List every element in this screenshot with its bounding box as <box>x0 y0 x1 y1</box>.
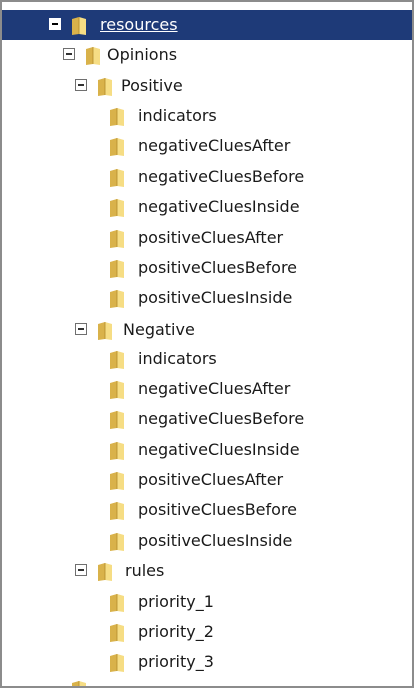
folder-icon <box>110 169 124 187</box>
tree-node-label: positiveCluesBefore <box>138 500 298 519</box>
tree-node-leaf[interactable]: positiveCluesBefore <box>2 495 412 525</box>
tree-node-leaf[interactable]: priority_2 <box>2 617 412 647</box>
tree-node-label: indicators <box>138 349 217 368</box>
folder-icon <box>110 594 124 612</box>
folder-icon <box>110 472 124 490</box>
tree-node-label: Positive <box>121 76 183 95</box>
folder-icon <box>110 533 124 551</box>
tree-node-leaf[interactable]: positiveCluesAfter <box>2 223 412 253</box>
collapse-toggle-icon[interactable] <box>75 564 87 576</box>
tree-node-label: negativeCluesBefore <box>138 409 305 428</box>
tree-node-leaf[interactable]: negativeCluesBefore <box>2 404 412 434</box>
tree-node-label: Negative <box>123 320 195 339</box>
folder-icon <box>110 411 124 429</box>
tree-node-partial[interactable] <box>2 674 412 686</box>
resource-tree-panel: resources Opinions Positive indicators n… <box>0 0 414 688</box>
tree-node-leaf[interactable]: negativeCluesAfter <box>2 374 412 404</box>
tree-node-label: Opinions <box>107 45 178 64</box>
tree-node-label: positiveCluesBefore <box>138 258 298 277</box>
collapse-toggle-icon[interactable] <box>49 18 61 30</box>
tree-node-negative[interactable]: Negative <box>2 315 412 345</box>
folder-icon <box>110 624 124 642</box>
tree-node-leaf[interactable]: negativeCluesInside <box>2 192 412 222</box>
tree-node-label: priority_3 <box>138 652 214 671</box>
tree-node-label: negativeCluesInside <box>138 197 300 216</box>
tree-node-rules[interactable]: rules <box>2 556 412 586</box>
tree-node-label: positiveCluesAfter <box>138 228 284 247</box>
tree-node-label: negativeCluesAfter <box>138 136 291 155</box>
tree-node-leaf[interactable]: positiveCluesAfter <box>2 465 412 495</box>
collapse-toggle-icon[interactable] <box>75 79 87 91</box>
folder-icon <box>98 322 112 340</box>
folder-icon <box>98 78 112 96</box>
tree-node-leaf[interactable]: priority_1 <box>2 587 412 617</box>
folder-icon <box>98 563 112 581</box>
folder-icon <box>110 654 124 672</box>
tree-node-label: indicators <box>138 106 217 125</box>
collapse-toggle-icon[interactable] <box>75 323 87 335</box>
tree-node-leaf[interactable]: indicators <box>2 344 412 374</box>
folder-icon <box>110 381 124 399</box>
folder-icon <box>72 17 86 35</box>
tree-node-label: positiveCluesInside <box>138 288 293 307</box>
tree-node-leaf[interactable]: indicators <box>2 101 412 131</box>
tree-node-label: resources <box>100 15 178 34</box>
tree-node-leaf[interactable]: positiveCluesInside <box>2 283 412 313</box>
tree-node-label: negativeCluesInside <box>138 440 300 459</box>
tree-node-label: rules <box>125 561 165 580</box>
tree-node-leaf[interactable]: priority_3 <box>2 647 412 677</box>
tree-node-label: priority_1 <box>138 592 214 611</box>
tree-node-label: negativeCluesAfter <box>138 379 291 398</box>
folder-icon <box>110 260 124 278</box>
collapse-toggle-icon[interactable] <box>63 48 75 60</box>
tree-node-label: positiveCluesAfter <box>138 470 284 489</box>
tree-node-label: priority_2 <box>138 622 214 641</box>
tree-node-leaf[interactable]: negativeCluesAfter <box>2 131 412 161</box>
folder-icon <box>110 351 124 369</box>
tree-node-label: positiveCluesInside <box>138 531 293 550</box>
tree-node-resources[interactable]: resources <box>2 10 412 40</box>
folder-icon <box>110 502 124 520</box>
folder-icon <box>110 108 124 126</box>
tree-node-label: negativeCluesBefore <box>138 167 305 186</box>
folder-icon <box>86 47 100 65</box>
tree-node-leaf[interactable]: positiveCluesInside <box>2 526 412 556</box>
folder-icon <box>110 138 124 156</box>
tree-node-positive[interactable]: Positive <box>2 71 412 101</box>
tree-node-leaf[interactable]: negativeCluesBefore <box>2 162 412 192</box>
folder-icon <box>110 199 124 217</box>
folder-icon <box>110 290 124 308</box>
folder-icon <box>110 230 124 248</box>
tree-node-leaf[interactable]: negativeCluesInside <box>2 435 412 465</box>
tree-node-leaf[interactable]: positiveCluesBefore <box>2 253 412 283</box>
folder-icon <box>110 442 124 460</box>
tree-node-opinions[interactable]: Opinions <box>2 40 412 70</box>
folder-icon <box>72 681 86 686</box>
